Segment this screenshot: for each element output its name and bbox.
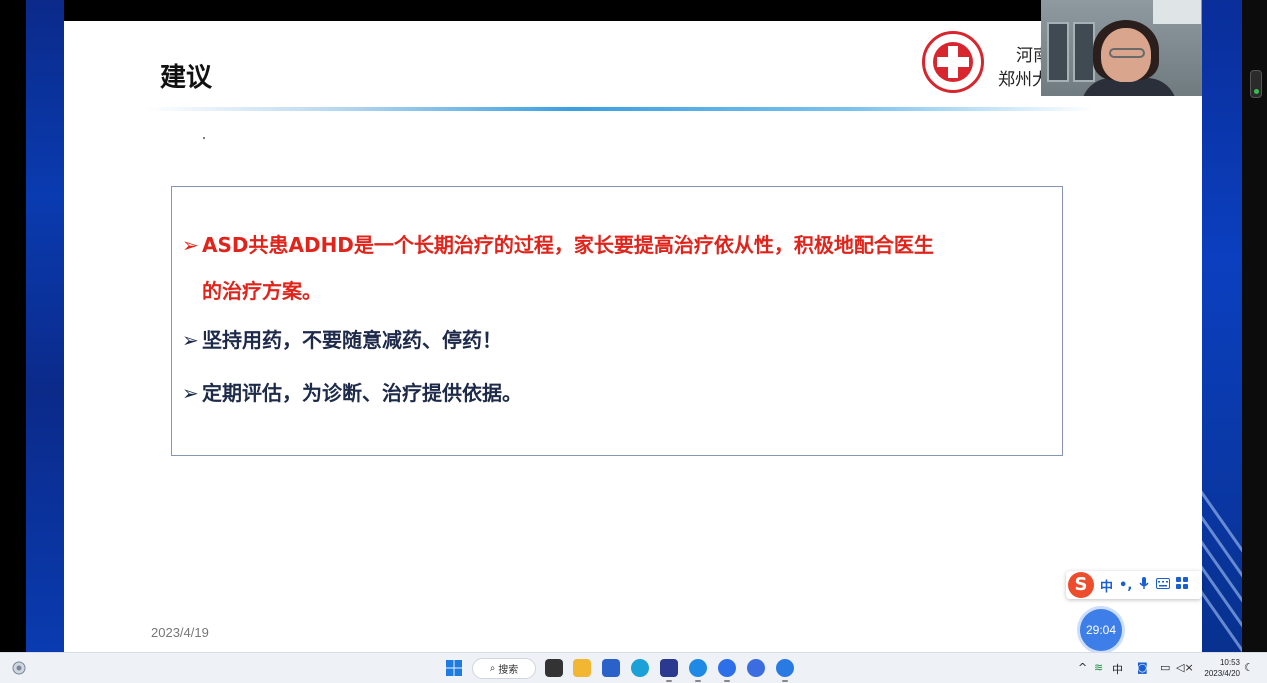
taskbar-search[interactable]: ⌕ 搜索	[472, 658, 536, 679]
messenger-icon[interactable]	[776, 659, 794, 677]
search-label: 搜索	[498, 665, 519, 676]
stray-dot	[203, 137, 205, 139]
bullet-item-2: ➢ 坚持用药，不要随意减药、停药！	[182, 317, 502, 363]
taskbar: ⌕ 搜索 ^ ≋ 中 ◙ ▭ ◁× 10:53 2023/4/20 ☾	[0, 652, 1267, 683]
bullet-item-1: ➢ ASD共患ADHD是一个长期治疗的过程，家长要提高治疗依从性，积极地配合医生 …	[182, 222, 934, 314]
arrow-icon: ➢	[182, 381, 199, 405]
hospital-logo	[922, 31, 984, 93]
store-icon[interactable]	[602, 659, 620, 677]
ime-toolbar[interactable]: S 中 •,	[1066, 571, 1202, 599]
slide-title: 建议	[160, 63, 213, 93]
display-icon[interactable]: ▭	[1160, 661, 1170, 674]
mic-icon[interactable]	[1138, 576, 1150, 594]
chevron-up-icon[interactable]: ^	[1078, 661, 1087, 674]
volume-icon[interactable]: ◁×	[1176, 661, 1194, 674]
clock-date: 2023/4/20	[1204, 669, 1240, 678]
left-decoration	[26, 0, 64, 652]
screen: 建议 河南 郑州大 ➢ ASD共患ADHD是一个长期治疗的过程，家长要提高治疗依从…	[0, 0, 1267, 683]
slide-date: 2023/4/19	[151, 625, 209, 640]
clock-time: 10:53	[1219, 658, 1240, 667]
meeting-app-icon[interactable]	[689, 659, 707, 677]
edge-icon[interactable]	[631, 659, 649, 677]
mini-control[interactable]	[1250, 70, 1262, 98]
bullet-2-text: 坚持用药，不要随意减药、停药！	[202, 328, 502, 352]
start-button-icon[interactable]	[445, 659, 463, 677]
photos-icon[interactable]	[660, 659, 678, 677]
bullet-item-3: ➢ 定期评估，为诊断、治疗提供依据。	[182, 370, 522, 416]
search-icon: ⌕	[489, 663, 496, 674]
taskbar-clock[interactable]: 10:53 2023/4/20	[1196, 657, 1240, 679]
file-explorer-icon[interactable]	[573, 659, 591, 677]
notification-icon[interactable]: ☾	[1244, 661, 1254, 674]
bullet-1-text-line2: 的治疗方案。	[202, 279, 322, 303]
chat-app-icon[interactable]	[718, 659, 736, 677]
webcam-video[interactable]	[1041, 0, 1202, 96]
network-icon[interactable]: ≋	[1094, 661, 1103, 674]
tray-app-icon[interactable]: ◙	[1137, 661, 1148, 674]
keyboard-icon[interactable]	[1156, 577, 1171, 593]
recording-timer[interactable]: 29:04	[1080, 609, 1122, 651]
grid-icon[interactable]	[1176, 577, 1189, 593]
task-view-icon[interactable]	[545, 659, 563, 677]
bullet-3-text: 定期评估，为诊断、治疗提供依据。	[202, 381, 522, 405]
arrow-icon: ➢	[182, 233, 199, 257]
arrow-icon: ➢	[182, 328, 199, 352]
content-box: ➢ ASD共患ADHD是一个长期治疗的过程，家长要提高治疗依从性，积极地配合医生 …	[171, 186, 1063, 456]
title-divider	[144, 107, 1094, 111]
k-app-icon[interactable]	[747, 659, 765, 677]
tray-language[interactable]: 中	[1112, 661, 1123, 677]
ime-mode-button[interactable]: 中	[1100, 576, 1113, 595]
bullet-1-text-line1: ASD共患ADHD是一个长期治疗的过程，家长要提高治疗依从性，积极地配合医生	[202, 233, 934, 257]
widgets-icon[interactable]	[10, 659, 28, 677]
sogou-logo-icon[interactable]: S	[1068, 572, 1094, 598]
right-decoration	[1202, 0, 1242, 652]
ime-punct-button[interactable]: •,	[1119, 578, 1132, 593]
presentation-slide: 建议 河南 郑州大 ➢ ASD共患ADHD是一个长期治疗的过程，家长要提高治疗依从…	[64, 21, 1202, 652]
